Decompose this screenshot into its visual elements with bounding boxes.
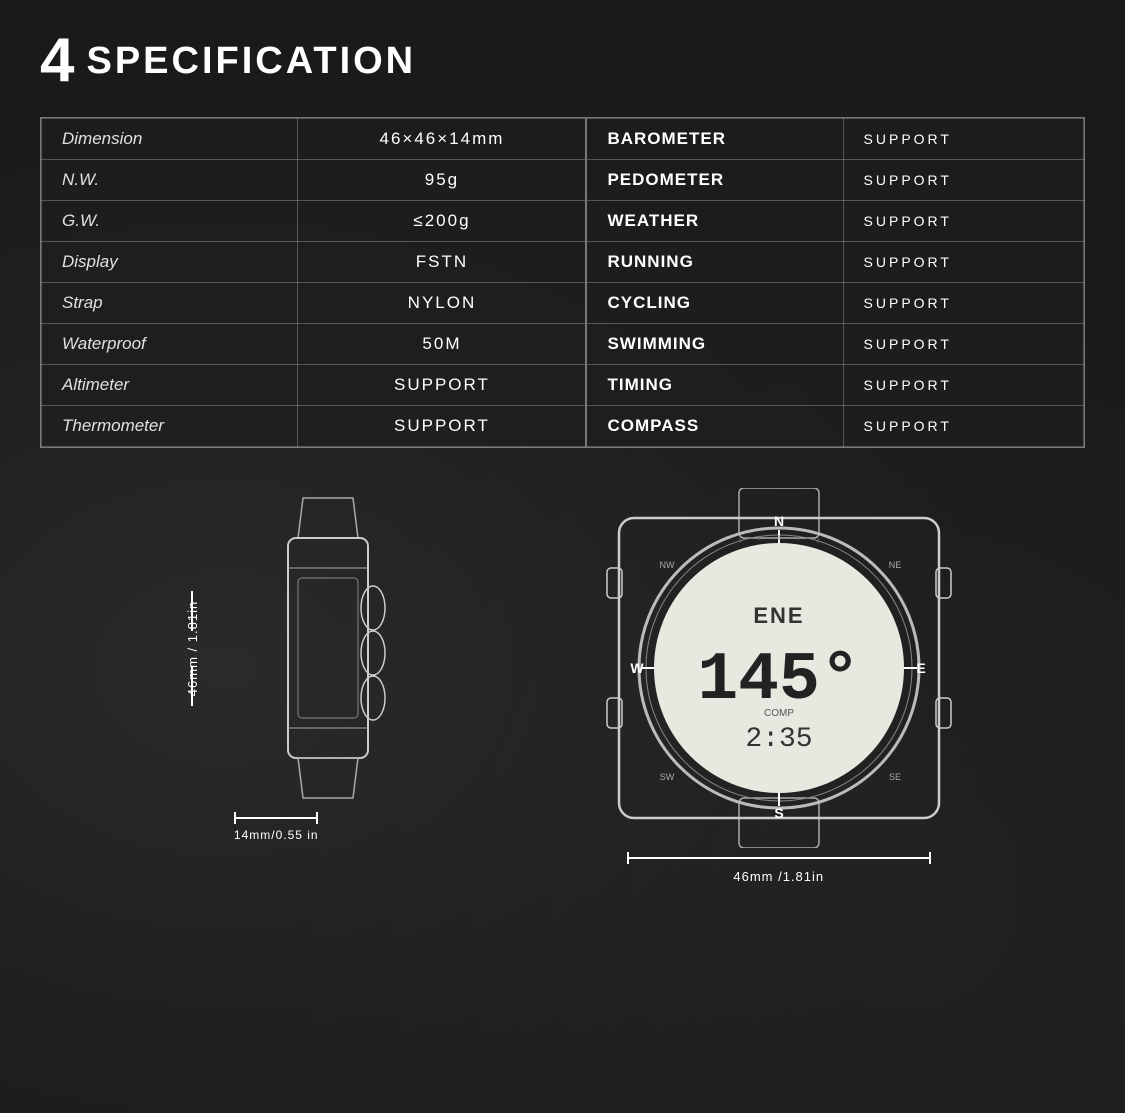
spec-left-value: 46×46×14mm	[298, 119, 587, 160]
spec-right-label: Barometer	[586, 119, 843, 160]
spec-right-value: SUPPORT	[843, 242, 1083, 283]
spec-left-value: FSTN	[298, 242, 587, 283]
svg-text:SE: SE	[889, 772, 901, 782]
spec-left-label: Strap	[42, 283, 298, 324]
svg-text:SW: SW	[660, 772, 675, 782]
section-number: 4	[40, 30, 74, 92]
front-dim-label: 46mm /1.81in	[733, 869, 824, 884]
spec-right-value: SUPPORT	[843, 119, 1083, 160]
spec-right-value: SUPPORT	[843, 283, 1083, 324]
horizontal-dim-label: 14mm/0.55 in	[234, 828, 319, 842]
spec-left-value: 50M	[298, 324, 587, 365]
horizontal-dim-container: 14mm/0.55 in	[234, 812, 319, 842]
spec-left-value: SUPPORT	[298, 365, 587, 406]
front-dim-container: 46mm /1.81in	[627, 852, 931, 884]
spec-right-value: SUPPORT	[843, 406, 1083, 447]
spec-left-value: 95g	[298, 160, 587, 201]
spec-right-value: SUPPORT	[843, 201, 1083, 242]
spec-left-label: G.W.	[42, 201, 298, 242]
spec-right-label: TIMING	[586, 365, 843, 406]
spec-right-label: RUNNING	[586, 242, 843, 283]
spec-left-label: Waterproof	[42, 324, 298, 365]
svg-text:W: W	[630, 660, 644, 676]
spec-left-label: Dimension	[42, 119, 298, 160]
spec-table: Dimension 46×46×14mm Barometer SUPPORT N…	[41, 118, 1084, 447]
front-watch-diagram: N S W E NE NW SE SW ENE 145° COMP 2:3	[599, 488, 959, 848]
side-watch-diagram	[248, 488, 408, 808]
spec-left-value: ≤200g	[298, 201, 587, 242]
title-section: 4 SPECIFICATION	[40, 30, 1085, 92]
svg-text:E: E	[916, 660, 925, 676]
svg-text:COMP: COMP	[764, 708, 794, 719]
spec-left-label: Display	[42, 242, 298, 283]
spec-right-value: SUPPORT	[843, 365, 1083, 406]
svg-text:2:35: 2:35	[745, 724, 812, 755]
svg-text:NE: NE	[888, 560, 901, 570]
spec-right-value: SUPPORT	[843, 160, 1083, 201]
spec-right-label: Weather	[586, 201, 843, 242]
spec-table-container: Dimension 46×46×14mm Barometer SUPPORT N…	[40, 117, 1085, 448]
spec-left-label: Thermometer	[42, 406, 298, 447]
spec-right-label: CYCLING	[586, 283, 843, 324]
spec-left-value: NYLON	[298, 283, 587, 324]
spec-right-label: COMPASS	[586, 406, 843, 447]
page-container: 4 SPECIFICATION Dimension 46×46×14mm Bar…	[0, 0, 1125, 924]
section-title: SPECIFICATION	[86, 40, 416, 83]
spec-left-value: SUPPORT	[298, 406, 587, 447]
svg-text:S: S	[774, 805, 783, 821]
svg-text:ENE: ENE	[753, 603, 804, 628]
svg-text:NW: NW	[659, 560, 674, 570]
spec-left-label: N.W.	[42, 160, 298, 201]
vertical-dim-label: 46mm / 1.81in	[185, 600, 200, 695]
front-view: N S W E NE NW SE SW ENE 145° COMP 2:3	[569, 488, 989, 884]
spec-right-label: Pedometer	[586, 160, 843, 201]
spec-right-label: SWIMMING	[586, 324, 843, 365]
spec-left-label: Altimeter	[42, 365, 298, 406]
diagram-section: 46mm / 1.81in	[40, 478, 1085, 894]
spec-right-value: SUPPORT	[843, 324, 1083, 365]
svg-text:N: N	[774, 513, 784, 529]
side-view: 46mm / 1.81in	[136, 488, 416, 842]
